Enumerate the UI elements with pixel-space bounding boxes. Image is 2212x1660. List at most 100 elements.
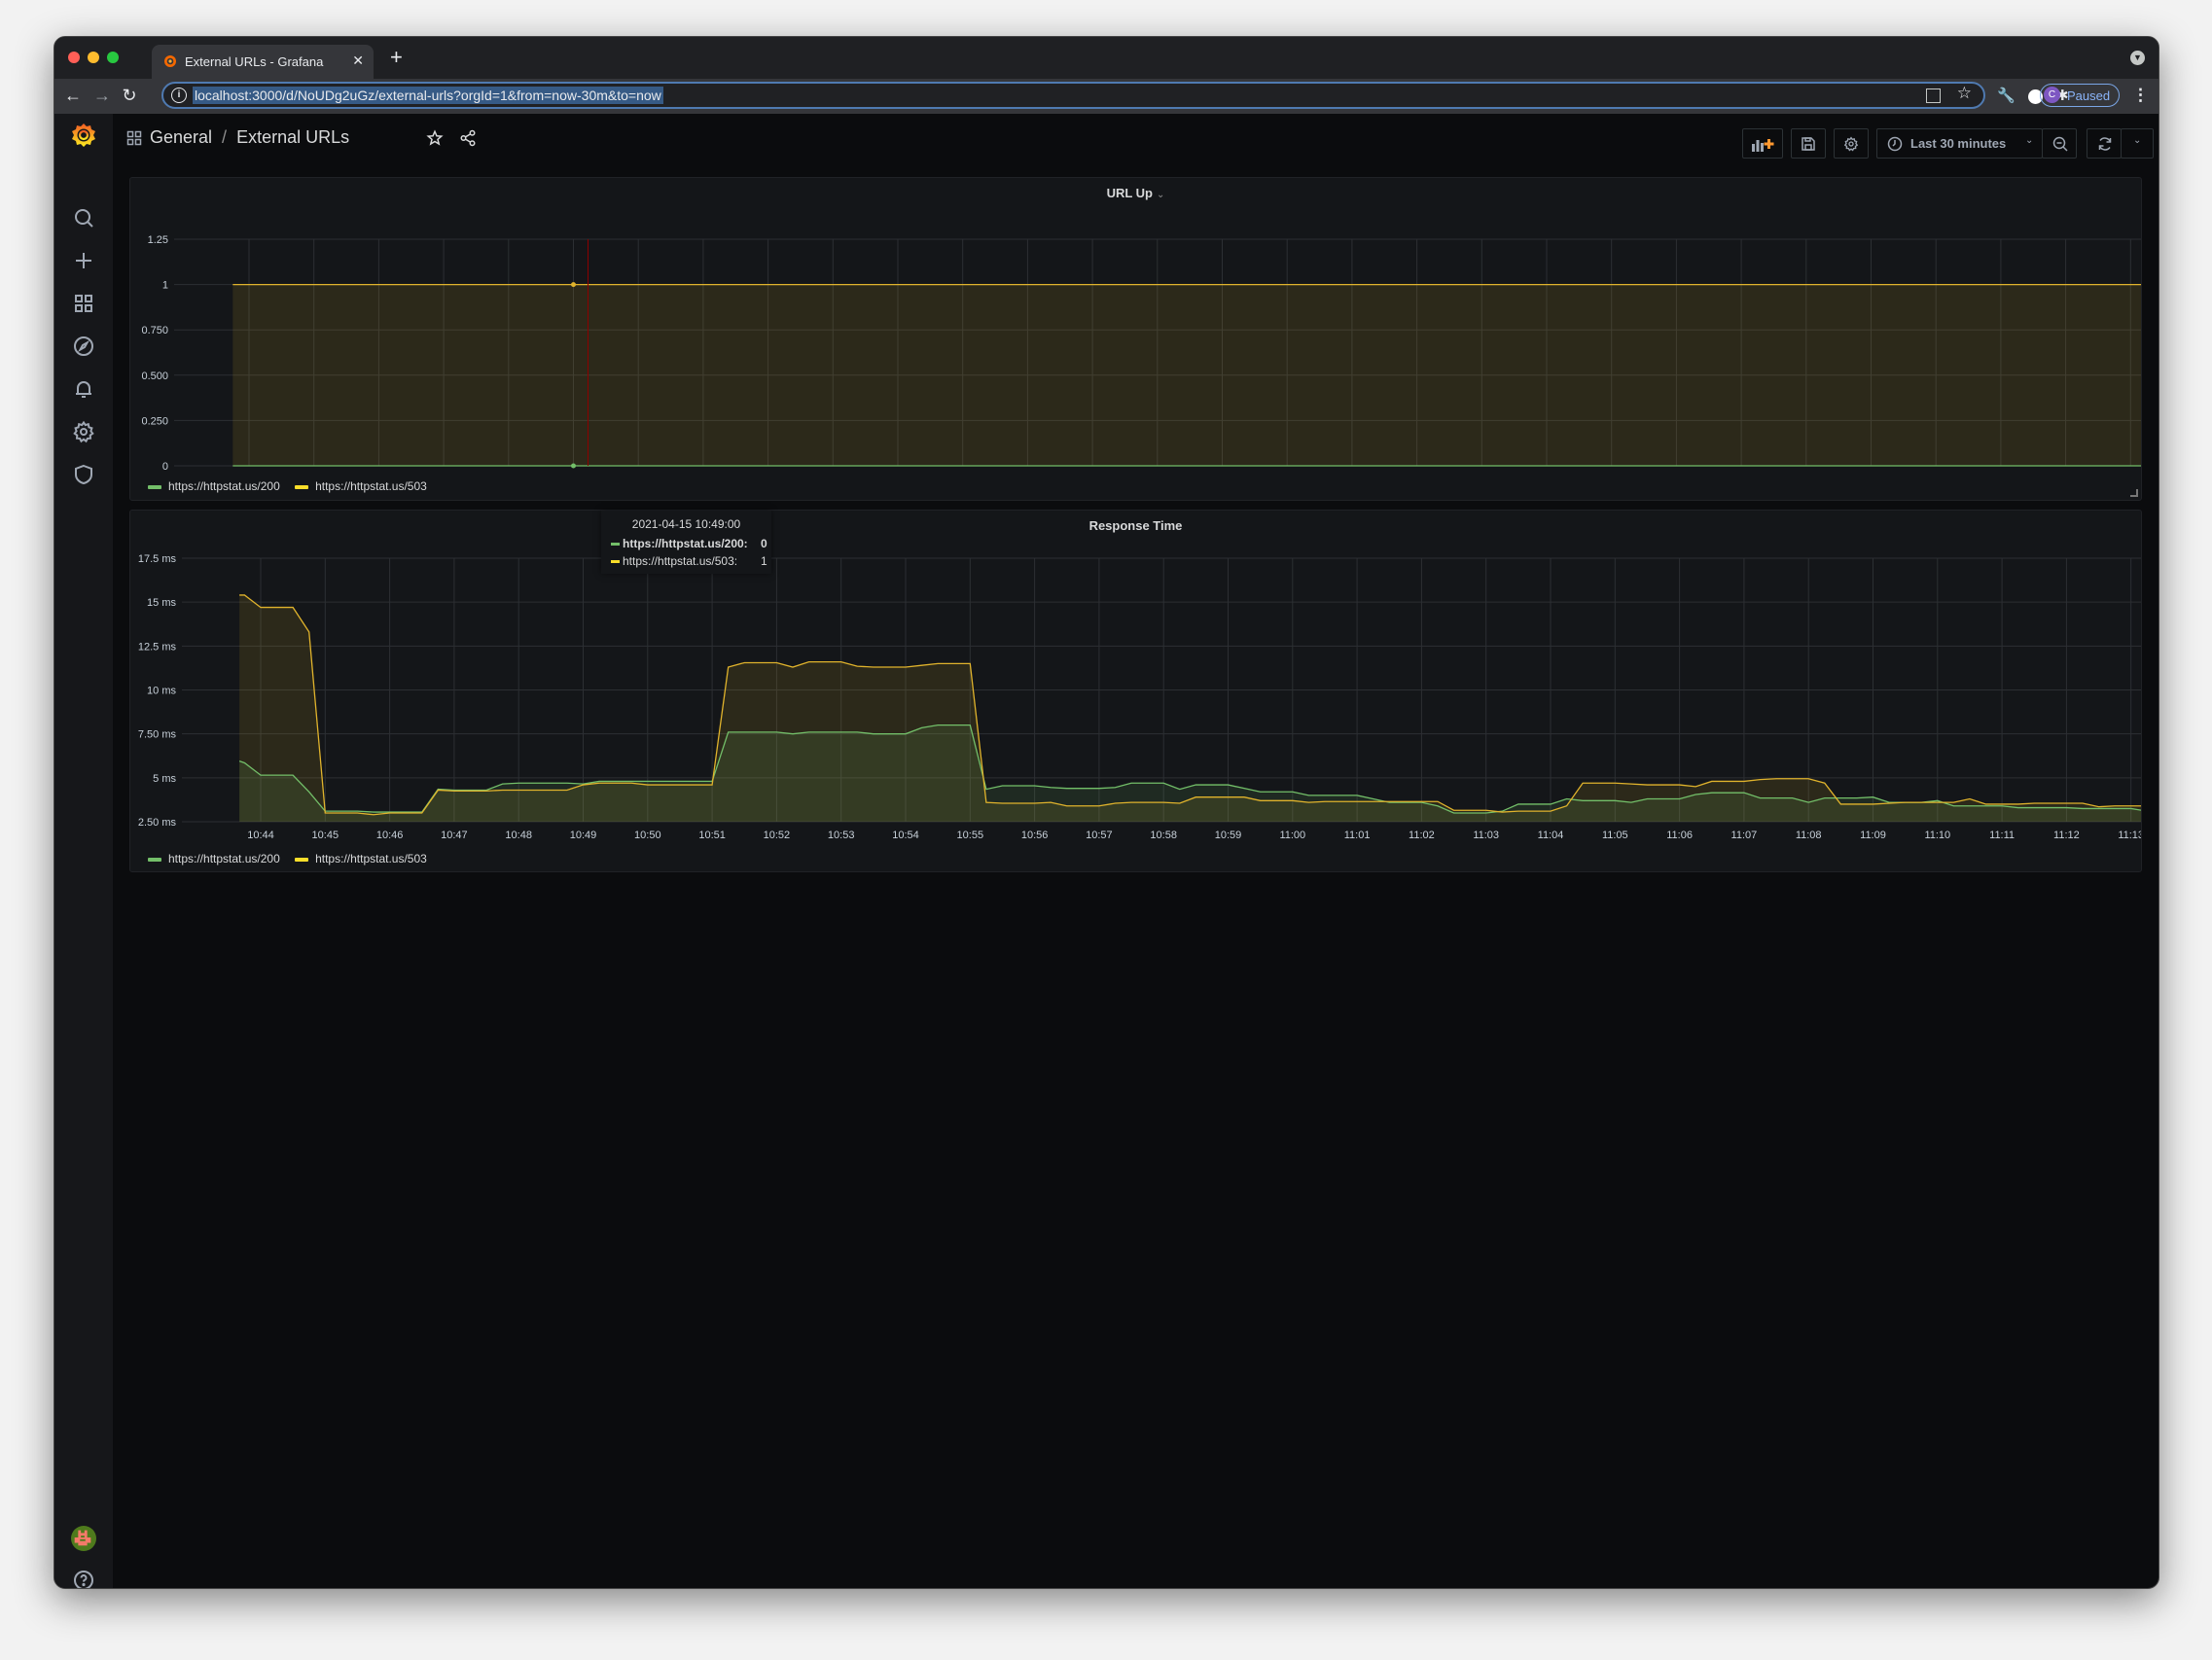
x-tick-label: 10:59 [1209,474,1236,475]
tab-close-icon[interactable]: ✕ [352,53,364,69]
x-tick-label: 10:57 [1086,830,1113,841]
y-tick-label: 1.25 [148,234,168,246]
x-tick-label: 10:44 [235,474,263,475]
x-tick-label: 11:00 [1279,830,1305,841]
star-icon[interactable] [426,129,444,152]
x-tick-label: 10:51 [698,830,726,841]
browser-window: External URLs - Grafana ✕ + ▼ ← → ↻ i lo… [54,36,2159,1589]
extension-key-icon[interactable]: 🔧 [1997,88,2016,105]
x-tick-label: 11:12 [2053,830,2080,841]
x-tick-label: 10:56 [1021,830,1049,841]
y-tick-label: 17.5 ms [138,553,177,565]
breadcrumb-separator: / [222,127,228,147]
breadcrumb: General / External URLs [126,127,349,148]
tooltip-row: https://httpstat.us/200: 0 [611,537,767,550]
zoom-out-button[interactable] [2042,128,2077,159]
dashboards-icon[interactable] [72,292,95,315]
x-tick-label: 11:06 [1666,830,1693,841]
legend-swatch [148,484,161,489]
x-tick-label: 10:45 [312,830,339,841]
refresh-interval-dropdown[interactable]: ⌄ [2121,128,2154,159]
configuration-icon[interactable] [72,420,95,443]
legend: https://httpstat.us/200 https://httpstat… [148,479,439,493]
user-avatar[interactable] [71,1526,96,1551]
x-tick-label: 10:49 [570,830,597,841]
y-tick-label: 0.250 [141,415,168,427]
minimize-window-button[interactable] [88,52,99,63]
x-tick-label: 10:47 [441,830,468,841]
x-tick-label: 11:02 [1409,830,1435,841]
plus-icon[interactable] [72,249,95,272]
grafana-logo-icon[interactable] [70,122,97,149]
x-tick-label: 11:11 [1988,474,2014,475]
hover-point [571,282,576,288]
qr-code-icon[interactable] [1926,88,1941,103]
refresh-button[interactable] [2087,128,2122,159]
url-up-chart[interactable]: 0 0.250 0.500 0.750 1 1.25 10:44 10:45 10:46 10:4… [130,197,2141,475]
x-tick-label: 10:45 [301,474,328,475]
dashboard-settings-button[interactable] [1834,128,1869,159]
graph-tooltip: 2021-04-15 10:49:00 https://httpstat.us/… [601,511,771,574]
save-dashboard-button[interactable] [1791,128,1826,159]
sidebar [54,114,114,1588]
x-tick-label: 10:50 [624,474,652,475]
browser-menu-icon[interactable]: ⋮ [2132,86,2149,105]
forward-icon[interactable]: → [91,85,113,106]
x-tick-label: 11:01 [1344,830,1371,841]
browser-tab[interactable]: External URLs - Grafana ✕ [152,45,374,79]
site-info-icon[interactable]: i [171,88,187,103]
x-tick-label: 11:13 [2118,474,2141,475]
x-tick-label: 11:07 [1729,474,1755,475]
tooltip-timestamp: 2021-04-15 10:49:00 [631,517,741,531]
share-icon[interactable] [459,129,477,152]
x-tick-label: 11:11 [1989,830,2015,841]
x-tick-label: 10:51 [690,474,717,475]
profile-button[interactable]: C Paused [2040,84,2120,107]
y-tick-label: 15 ms [147,597,176,609]
search-icon[interactable] [72,206,95,230]
close-window-button[interactable] [68,52,80,63]
x-tick-label: 11:13 [2118,830,2141,841]
x-tick-label: 10:48 [495,474,522,475]
time-range-picker[interactable]: Last 30 minutes ⌄ [1876,128,2043,159]
x-tick-label: 11:05 [1598,474,1624,475]
reload-icon[interactable]: ↻ [119,85,140,106]
legend-item[interactable]: https://httpstat.us/503 [295,479,427,493]
dashboard-title[interactable]: External URLs [236,127,349,147]
add-panel-button[interactable] [1742,128,1783,159]
panel-resize-handle[interactable] [2130,489,2138,497]
response-time-chart[interactable]: 2.50 ms 5 ms 7.50 ms 10 ms 12.5 ms 15 ms 17.5 … [130,530,2141,846]
browser-toolbar: ← → ↻ i localhost:3000/d/NoUDg2uGz/exter… [54,79,2158,114]
alerting-icon[interactable] [72,377,95,401]
x-tick-label: 11:08 [1796,830,1822,841]
url-text[interactable]: localhost:3000/d/NoUDg2uGz/external-urls… [193,87,663,104]
zoom-out-icon [2052,136,2068,152]
legend-swatch [295,484,309,489]
help-icon[interactable] [72,1569,95,1588]
x-tick-label: 10:58 [1150,830,1177,841]
x-tick-label: 11:03 [1473,830,1499,841]
shield-icon[interactable] [72,463,95,486]
legend-item[interactable]: https://httpstat.us/200 [148,479,280,493]
breadcrumb-folder[interactable]: General [150,127,212,147]
add-panel-icon [1752,139,1774,152]
back-icon[interactable]: ← [62,85,84,106]
y-tick-label: 0 [162,461,168,473]
new-tab-button[interactable]: + [390,45,403,70]
x-tick-label: 11:02 [1404,474,1430,475]
x-tick-label: 11:03 [1469,474,1495,475]
x-tick-label: 11:09 [1858,474,1884,475]
explore-icon[interactable] [72,335,95,358]
legend-item[interactable]: https://httpstat.us/200 [148,852,280,865]
x-tick-label: 10:58 [1144,474,1171,475]
bookmark-star-icon[interactable]: ☆ [1957,84,1972,103]
legend: https://httpstat.us/200 https://httpstat… [148,852,439,865]
tab-search-icon[interactable]: ▼ [2130,51,2145,65]
x-tick-label: 11:04 [1534,474,1560,475]
x-tick-label: 11:00 [1274,474,1301,475]
address-bar[interactable]: i localhost:3000/d/NoUDg2uGz/external-ur… [161,82,1985,109]
legend-item[interactable]: https://httpstat.us/503 [295,852,427,865]
series-area-503 [232,284,2141,466]
x-tick-label: 10:55 [957,830,984,841]
maximize-window-button[interactable] [107,52,119,63]
